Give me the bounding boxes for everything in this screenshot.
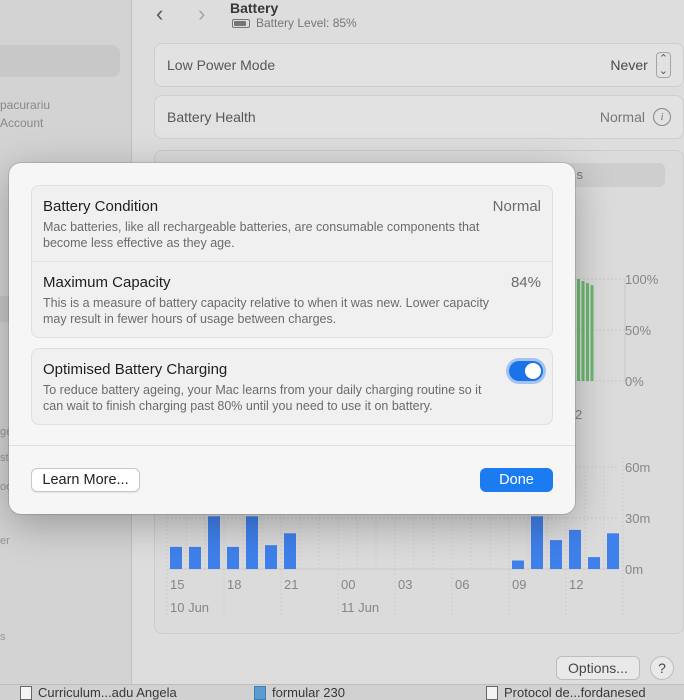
battery-condition-description: Mac batteries, like all rechargeable bat… <box>43 220 480 250</box>
battery-info-group: Battery Condition Normal Mac batteries, … <box>31 185 553 338</box>
dialog-divider <box>9 445 575 446</box>
done-button[interactable]: Done <box>480 468 553 492</box>
maximum-capacity-value: 84% <box>510 274 541 291</box>
learn-more-button[interactable]: Learn More... <box>31 468 140 492</box>
battery-condition-item: Battery Condition Normal Mac batteries, … <box>32 186 552 261</box>
battery-condition-title: Battery Condition <box>43 198 159 215</box>
optimised-charging-description: To reduce battery ageing, your Mac learn… <box>43 383 482 413</box>
maximum-capacity-item: Maximum Capacity 84% This is a measure o… <box>32 261 552 337</box>
optimised-charging-title: Optimised Battery Charging <box>43 361 228 378</box>
battery-health-dialog: Battery Condition Normal Mac batteries, … <box>9 163 575 514</box>
optimised-charging-toggle[interactable] <box>509 361 543 381</box>
maximum-capacity-description: This is a measure of battery capacity re… <box>43 296 490 326</box>
battery-condition-value: Normal <box>492 198 541 215</box>
optimised-charging-item: Optimised Battery Charging To reduce bat… <box>32 349 552 424</box>
optimised-charging-group: Optimised Battery Charging To reduce bat… <box>31 348 553 425</box>
maximum-capacity-title: Maximum Capacity <box>43 274 171 291</box>
